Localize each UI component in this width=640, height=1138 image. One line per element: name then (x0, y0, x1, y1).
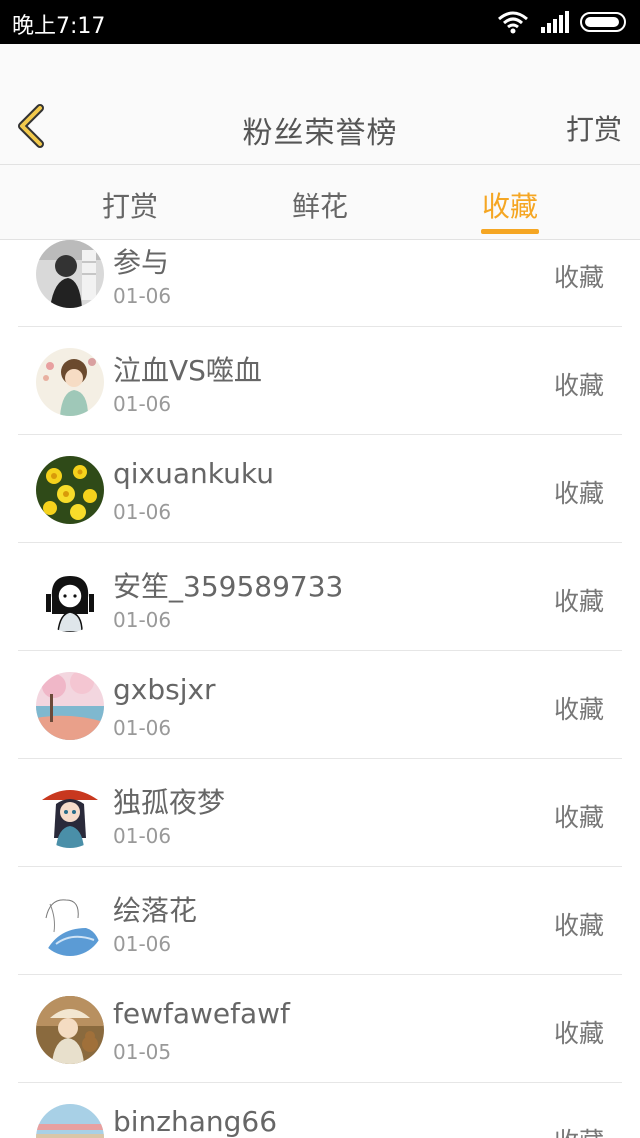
user-name: fewfawefawf (113, 997, 290, 1030)
user-name: 独孤夜梦 (113, 786, 226, 819)
date: 01-05 (113, 1040, 172, 1064)
page-title: 粉丝荣誉榜 (242, 116, 398, 151)
header: 粉丝荣誉榜 打赏 (0, 44, 640, 165)
date: 01-06 (113, 284, 172, 308)
favorite-label[interactable]: 收藏 (554, 258, 604, 294)
user-name: qixuankuku (113, 457, 274, 490)
favorite-label[interactable]: 收藏 (554, 690, 604, 726)
date: 01-06 (113, 716, 172, 740)
battery-icon (580, 12, 630, 32)
list-item[interactable]: 泣血VS噬血 01-06 收藏 (0, 327, 640, 435)
list-item[interactable]: fewfawefawf 01-05 收藏 (0, 975, 640, 1083)
avatar (36, 348, 104, 416)
reward-button[interactable]: 打赏 (566, 108, 622, 148)
tab-favorites[interactable]: 收藏 (470, 185, 550, 225)
status-bar: 晚上7:17 (0, 0, 640, 44)
list-item[interactable]: 安笙_359589733 01-06 收藏 (0, 543, 640, 651)
fan-list: 参与 01-06 收藏 泣血VS噬血 01-06 收藏 qixuankuku 0… (0, 240, 640, 1138)
user-name: 参与 (113, 246, 170, 279)
favorite-label[interactable]: 收藏 (554, 1014, 604, 1050)
date: 01-06 (113, 392, 172, 416)
list-item[interactable]: gxbsjxr 01-06 收藏 (0, 651, 640, 759)
date: 01-06 (113, 608, 172, 632)
status-time: 晚上7:17 (12, 14, 106, 39)
user-name: gxbsjxr (113, 673, 216, 706)
favorite-label[interactable]: 收藏 (554, 474, 604, 510)
avatar (36, 564, 104, 632)
tab-reward[interactable]: 打赏 (90, 185, 170, 225)
favorite-label[interactable]: 收藏 (554, 1122, 604, 1138)
avatar (36, 456, 104, 524)
list-item[interactable]: 参与 01-06 收藏 (0, 240, 640, 327)
favorite-label[interactable]: 收藏 (554, 366, 604, 402)
signal-icon (540, 11, 570, 33)
list-item[interactable]: 绘落花 01-06 收藏 (0, 867, 640, 975)
list-item[interactable]: binzhang66 收藏 (0, 1083, 640, 1138)
favorite-label[interactable]: 收藏 (554, 906, 604, 942)
user-name: 安笙_359589733 (113, 570, 344, 603)
avatar (36, 888, 104, 956)
avatar (36, 672, 104, 740)
user-name: 绘落花 (113, 894, 198, 927)
wifi-icon (496, 10, 530, 34)
favorite-label[interactable]: 收藏 (554, 798, 604, 834)
avatar (36, 1104, 104, 1138)
avatar (36, 996, 104, 1064)
user-name: binzhang66 (113, 1105, 278, 1138)
date: 01-06 (113, 932, 172, 956)
list-item[interactable]: 独孤夜梦 01-06 收藏 (0, 759, 640, 867)
active-tab-indicator (481, 229, 539, 234)
user-name: 泣血VS噬血 (113, 354, 262, 387)
date: 01-06 (113, 500, 172, 524)
tab-flowers[interactable]: 鲜花 (280, 185, 360, 225)
favorite-label[interactable]: 收藏 (554, 582, 604, 618)
status-icons (496, 9, 630, 35)
tab-bar: 打赏 鲜花 收藏 (0, 165, 640, 240)
avatar (36, 240, 104, 308)
avatar (36, 780, 104, 848)
date: 01-06 (113, 824, 172, 848)
list-item[interactable]: qixuankuku 01-06 收藏 (0, 435, 640, 543)
